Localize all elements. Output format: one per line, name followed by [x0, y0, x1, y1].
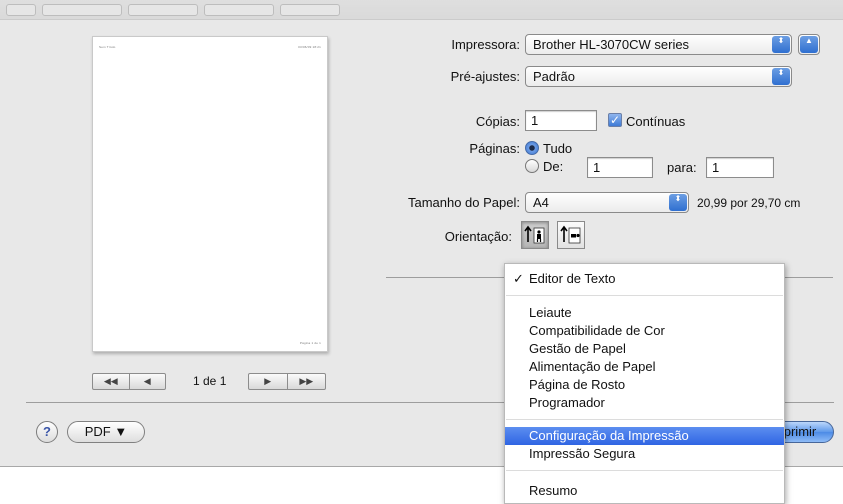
portrait-orientation-button[interactable] — [521, 221, 549, 249]
menu-item-editor-de-texto[interactable]: ✓ Editor de Texto — [505, 270, 784, 288]
toolbar-ghost-control — [280, 4, 340, 16]
preview-header-left: Sem Título — [99, 45, 116, 49]
pages-from-field[interactable]: 1 — [587, 157, 653, 178]
pages-all-label: Tudo — [543, 141, 573, 156]
menu-item-pagina-de-rosto[interactable]: Página de Rosto — [505, 376, 784, 394]
printer-popup[interactable]: Brother HL-3070CW series ⬍ — [525, 34, 792, 55]
landscape-orientation-icon — [560, 225, 581, 244]
menu-item-configuracao-da-impressao[interactable]: Configuração da Impressão — [505, 427, 784, 445]
section-divider — [386, 277, 506, 278]
menu-item-alimentacao-de-papel[interactable]: Alimentação de Papel — [505, 358, 784, 376]
collated-checkbox[interactable]: ✓ — [608, 113, 622, 127]
preview-footer: Página 1 de 1 — [299, 341, 321, 345]
page-indicator: 1 de 1 — [193, 374, 227, 388]
panel-menu: ✓ Editor de Texto Leiaute Compatibilidad… — [504, 263, 785, 504]
pages-to-field[interactable]: 1 — [706, 157, 774, 178]
copies-field[interactable]: 1 — [525, 110, 597, 131]
landscape-orientation-button[interactable] — [557, 221, 585, 249]
presets-popup[interactable]: Padrão ⬍ — [525, 66, 792, 87]
menu-item-compatibilidade-de-cor[interactable]: Compatibilidade de Cor — [505, 322, 784, 340]
popup-arrows-icon: ⬍ — [772, 36, 790, 53]
print-preview-page: Sem Título 03/06/09 18:21 Página 1 de 1 — [92, 36, 328, 352]
pdf-button[interactable]: PDF ▼ — [67, 421, 145, 443]
paper-size-popup[interactable]: A4 ⬍ — [525, 192, 689, 213]
pages-range-radio[interactable] — [525, 159, 539, 173]
menu-item-gestao-de-papel[interactable]: Gestão de Papel — [505, 340, 784, 358]
paper-dimensions: 20,99 por 29,70 cm — [697, 196, 801, 210]
popup-arrows-icon: ⬍ — [669, 194, 687, 211]
disclosure-triangle-icon: ▲ — [800, 36, 818, 53]
last-page-button[interactable]: ▶▶ — [286, 374, 326, 389]
portrait-orientation-icon — [524, 225, 545, 244]
first-page-button[interactable]: ◀◀ — [93, 374, 129, 389]
help-button[interactable]: ? — [36, 421, 58, 443]
menu-item-resumo[interactable]: Resumo — [505, 482, 784, 500]
toolbar-ghost-control — [128, 4, 198, 16]
menu-item-label: Editor de Texto — [529, 271, 616, 286]
menu-item-programador[interactable]: Programador — [505, 394, 784, 412]
toolbar-ghost-control — [6, 4, 36, 16]
menu-separator — [506, 470, 783, 471]
paper-size-value: A4 — [533, 195, 549, 210]
preview-back-controls: ◀◀ ◀ — [92, 373, 166, 390]
previous-page-button[interactable]: ◀ — [128, 374, 166, 389]
section-divider — [785, 277, 833, 278]
printer-value: Brother HL-3070CW series — [533, 37, 690, 52]
next-page-button[interactable]: ▶ — [249, 374, 287, 389]
popup-arrows-icon: ⬍ — [772, 68, 790, 85]
background-toolbar — [0, 0, 843, 20]
presets-value: Padrão — [533, 69, 575, 84]
disclosure-button[interactable]: ▲ — [798, 34, 820, 55]
menu-separator — [506, 295, 783, 296]
preview-forward-controls: ▶ ▶▶ — [248, 373, 326, 390]
print-button-label: primir — [783, 424, 817, 439]
orientation-label: Orientação: — [444, 229, 512, 244]
checkmark-icon: ✓ — [513, 271, 524, 286]
menu-separator — [506, 419, 783, 420]
printer-label: Impressora: — [451, 37, 520, 52]
pages-to-label: para: — [667, 160, 697, 175]
pages-label: Páginas: — [469, 141, 520, 156]
menu-item-leiaute[interactable]: Leiaute — [505, 304, 784, 322]
preview-header-right: 03/06/09 18:21 — [298, 45, 321, 49]
copies-label: Cópias: — [475, 114, 520, 129]
toolbar-ghost-control — [42, 4, 122, 16]
paper-size-label: Tamanho do Papel: — [407, 195, 520, 210]
toolbar-ghost-control — [204, 4, 274, 16]
menu-item-impressao-segura[interactable]: Impressão Segura — [505, 445, 784, 463]
pages-all-radio[interactable] — [525, 141, 539, 155]
presets-label: Pré-ajustes: — [450, 69, 520, 84]
pages-from-label: De: — [543, 159, 564, 174]
collated-label: Contínuas — [626, 114, 686, 129]
